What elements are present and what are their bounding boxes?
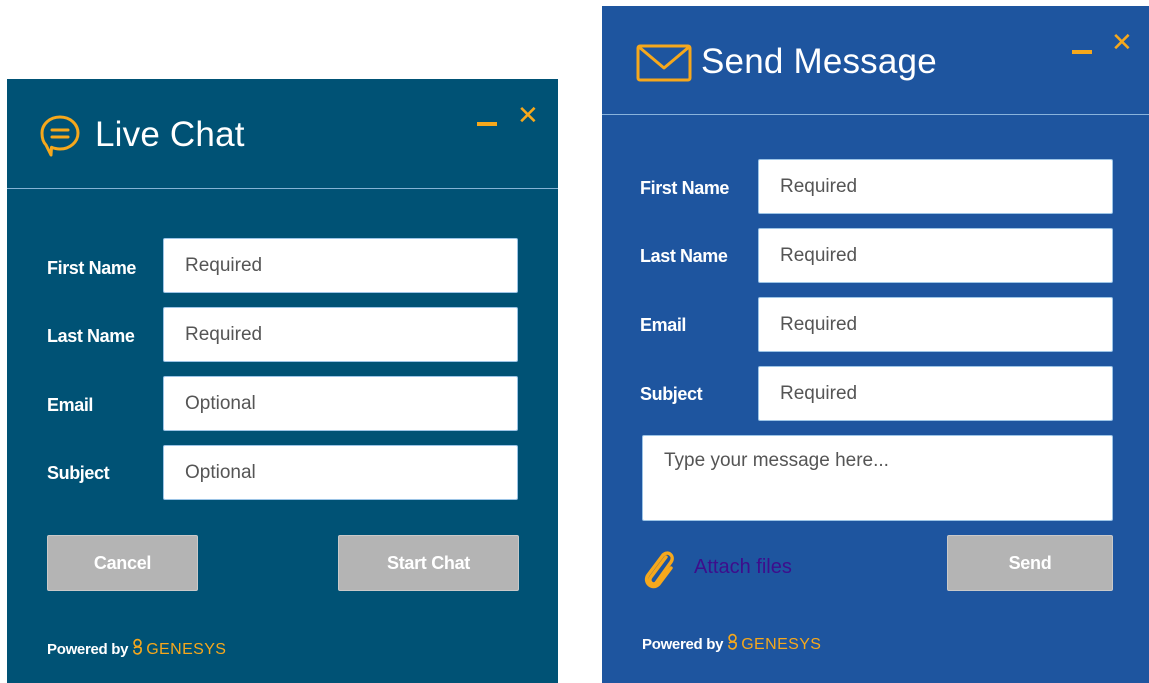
close-icon[interactable]: ✕ [517, 102, 539, 128]
paperclip-icon[interactable] [642, 547, 676, 596]
genesys-logo-icon [727, 633, 738, 655]
chat-bubble-icon [38, 113, 82, 162]
live-chat-title: Live Chat [95, 115, 245, 154]
send-button[interactable]: Send [947, 535, 1113, 591]
email-input[interactable] [758, 297, 1113, 352]
first-name-input[interactable] [163, 238, 518, 293]
first-name-input[interactable] [758, 159, 1113, 214]
powered-by-label: Powered by [47, 641, 129, 658]
powered-by-footer: Powered by GENESYS [47, 638, 226, 660]
send-message-title: Send Message [701, 42, 937, 81]
attach-files-link[interactable]: Attach files [694, 556, 792, 579]
close-icon[interactable]: ✕ [1111, 29, 1133, 55]
minimize-icon[interactable] [1072, 50, 1092, 54]
first-name-label: First Name [47, 258, 137, 278]
last-name-input[interactable] [758, 228, 1113, 283]
last-name-label: Last Name [640, 246, 728, 266]
header-divider [602, 114, 1149, 115]
genesys-brand: GENESYS [741, 636, 822, 653]
subject-label: Subject [640, 384, 703, 404]
subject-input[interactable] [758, 366, 1113, 421]
email-input[interactable] [163, 376, 518, 431]
powered-by-footer: Powered by GENESYS [642, 633, 821, 655]
email-label: Email [47, 395, 94, 415]
powered-by-label: Powered by [642, 636, 724, 653]
minimize-icon[interactable] [477, 122, 497, 126]
cancel-button[interactable]: Cancel [47, 535, 198, 591]
subject-label: Subject [47, 463, 110, 483]
subject-input[interactable] [163, 445, 518, 500]
start-chat-button[interactable]: Start Chat [338, 535, 519, 591]
genesys-brand: GENESYS [146, 641, 227, 658]
genesys-logo-icon [132, 638, 143, 660]
header-divider [7, 188, 558, 189]
last-name-input[interactable] [163, 307, 518, 362]
message-textarea[interactable] [642, 435, 1113, 521]
envelope-icon [636, 44, 692, 87]
email-label: Email [640, 315, 687, 335]
first-name-label: First Name [640, 178, 730, 198]
last-name-label: Last Name [47, 326, 135, 346]
send-message-window: Send Message ✕ First Name Last Name Emai… [602, 6, 1149, 683]
live-chat-window: Live Chat ✕ First Name Last Name Email S… [7, 79, 558, 683]
